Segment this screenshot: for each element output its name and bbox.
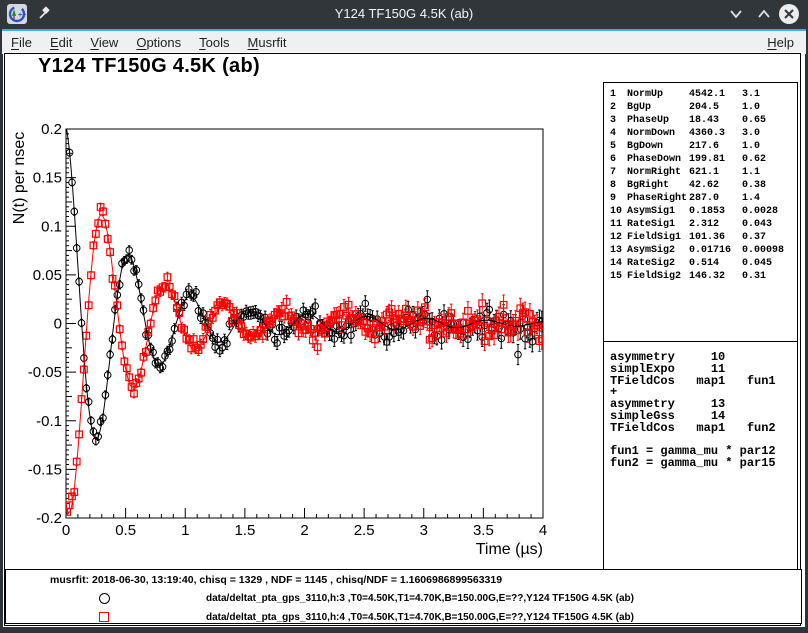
x-tick-label: 0 xyxy=(62,522,70,539)
menu-file[interactable]: File xyxy=(2,33,41,52)
x-tick-label: 1.5 xyxy=(234,522,255,539)
window-title: Y124 TF150G 4.5K (ab) xyxy=(0,6,808,21)
fit-parameters-pane: 1NormUp4542.13.12BgUp204.51.03PhaseUp18.… xyxy=(603,82,798,343)
param-row: 12FieldSig1101.360.37 xyxy=(610,231,797,244)
legend-row: data/deltat_pta_gps_3110,h:3 ,T0=4.50K,T… xyxy=(6,592,801,606)
fit-curve xyxy=(66,215,543,513)
series-square xyxy=(64,203,545,515)
y-tick-label: 0 xyxy=(54,316,62,333)
minimize-icon[interactable] xyxy=(724,3,748,25)
data-series-group xyxy=(64,121,545,515)
x-tick-label: 2 xyxy=(300,522,308,539)
title-bar[interactable]: ++ Y124 TF150G 4.5K (ab) xyxy=(0,0,808,29)
y-axis-title: N(t) per nsec xyxy=(11,132,28,224)
y-tick-label: -0.15 xyxy=(28,461,62,478)
param-row: 8BgRight42.620.38 xyxy=(610,179,797,192)
param-row: 10AsymSig10.18530.0028 xyxy=(610,205,797,218)
y-tick-label: -0.05 xyxy=(28,364,62,381)
param-row: 2BgUp204.51.0 xyxy=(610,101,797,114)
x-tick-label: 3 xyxy=(420,522,428,539)
x-tick-label: 0.5 xyxy=(115,522,136,539)
param-row: 9PhaseRight287.01.4 xyxy=(610,192,797,205)
y-tick-label: 0.1 xyxy=(41,218,62,235)
legend-row: data/deltat_pta_gps_3110,h:4 ,T0=4.50K,T… xyxy=(6,611,801,625)
param-row: 15FieldSig2146.320.31 xyxy=(610,270,797,283)
menu-options[interactable]: Options xyxy=(127,33,190,52)
menu-bar: File Edit View Options Tools Musrfit Hel… xyxy=(2,29,806,54)
legend-pane: musrfit: 2018-06-30, 13:19:40, chisq = 1… xyxy=(5,569,802,624)
y-tick-label: 0.15 xyxy=(33,170,62,187)
root-canvas[interactable]: Y124 TF150G 4.5K (ab) 00.511.522.533.54-… xyxy=(3,52,805,627)
x-axis-title: Time (µs) xyxy=(476,541,543,558)
fit-stats-line: musrfit: 2018-06-30, 13:19:40, chisq = 1… xyxy=(50,574,502,586)
legend-label: data/deltat_pta_gps_3110,h:3 ,T0=4.50K,T… xyxy=(206,593,634,604)
param-row: 1NormUp4542.13.1 xyxy=(610,88,797,101)
menu-musrfit[interactable]: Musrfit xyxy=(239,33,296,52)
theory-text: asymmetry 10 simplExpo 11 TFieldCos map1… xyxy=(604,342,797,470)
maximize-icon[interactable] xyxy=(752,3,776,25)
param-row: 3PhaseUp18.430.65 xyxy=(610,114,797,127)
param-row: 14RateSig20.5140.045 xyxy=(610,257,797,270)
menu-edit[interactable]: Edit xyxy=(41,33,81,52)
x-tick-label: 3.5 xyxy=(473,522,494,539)
param-row: 4NormDown4360.33.0 xyxy=(610,127,797,140)
red-square-marker-icon xyxy=(99,612,109,622)
black-circle-marker-icon xyxy=(99,593,110,604)
param-row: 6PhaseDown199.810.62 xyxy=(610,153,797,166)
legend-label: data/deltat_pta_gps_3110,h:4 ,T0=4.50K,T… xyxy=(206,612,634,623)
param-row: 13AsymSig20.017160.00098 xyxy=(610,244,797,257)
musrfit-window: { "window": { "title": "Y124 TF150G 4.5K… xyxy=(0,0,808,633)
param-row: 5BgDown217.61.0 xyxy=(610,140,797,153)
menu-tools[interactable]: Tools xyxy=(190,33,238,52)
close-icon[interactable] xyxy=(777,3,801,25)
y-tick-label: -0.1 xyxy=(36,413,62,430)
y-tick-label: -0.2 xyxy=(36,510,62,527)
menu-help[interactable]: Help xyxy=(758,33,806,52)
param-row: 11RateSig12.3120.043 xyxy=(610,218,797,231)
y-tick-label: 0.2 xyxy=(41,121,62,138)
y-tick-label: 0.05 xyxy=(33,267,62,284)
menu-view[interactable]: View xyxy=(81,33,127,52)
x-tick-label: 4 xyxy=(539,522,547,539)
x-tick-label: 2.5 xyxy=(354,522,375,539)
param-row: 7NormRight621.11.1 xyxy=(610,166,797,179)
x-tick-label: 1 xyxy=(181,522,189,539)
theory-pane: asymmetry 10 simplExpo 11 TFieldCos map1… xyxy=(603,341,798,571)
